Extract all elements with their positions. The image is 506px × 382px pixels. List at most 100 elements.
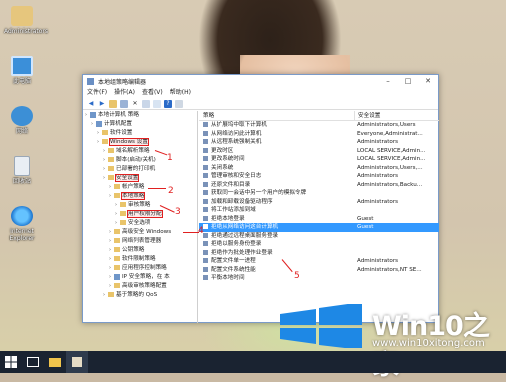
policy-row[interactable]: 配置文件系统性能 Administrators,NT SE... [199,266,439,275]
policy-row[interactable]: 配置文件单一进程 Administrators [199,257,439,266]
tree-item[interactable]: › 安全选项 [83,219,197,228]
policy-name: 关闭系统 [211,164,234,171]
view-icon[interactable] [175,99,183,108]
policy-row[interactable]: 加载和卸载设备驱动程序 Administrators [199,198,439,207]
column-header-security-setting[interactable]: 安全设置 [354,111,439,120]
up-folder-icon[interactable] [109,99,117,108]
list-header: 策略 安全设置 [199,111,439,121]
menu-help[interactable]: 帮助(H) [170,88,191,98]
policy-icon [203,139,208,144]
policy-name: 拒绝本地登录 [211,215,245,222]
menu-file[interactable]: 文件(F) [87,88,107,98]
tree-item[interactable]: › 软件设置 [83,129,197,138]
policy-setting [354,274,439,283]
folder-icon [114,283,120,288]
policy-row[interactable]: 从扩展坞中取下计算机 Administrators,Users [199,121,439,130]
gpedit-taskbar-button[interactable] [66,351,88,373]
policy-row[interactable]: 拒绝作为批处理作业登录 [199,249,439,258]
folder-icon [108,157,114,162]
tree-item[interactable]: › 脚本(启动/关机) [83,156,197,165]
policy-setting [354,240,439,249]
policy-icon [203,258,208,263]
desktop-icon-label: Internet Explorer [9,228,35,242]
policy-name: 还原文件和目录 [211,181,251,188]
policy-icon [203,266,208,272]
tree-item[interactable]: › 本地策略 [83,192,197,201]
policy-row[interactable]: 拒绝通过远程桌面服务登录 [199,232,439,241]
desktop-icon-user-folder[interactable]: Administrators [4,6,48,35]
policy-icon [203,156,208,161]
policy-row[interactable]: 拒绝从网络访问这台计算机 Guest [199,223,439,232]
policy-icon [203,130,208,136]
folder-icon [102,130,108,135]
desktop-icon-internet-explorer[interactable]: Internet Explorer [4,206,40,242]
policy-setting: Administrators [357,258,399,264]
help-icon[interactable]: ? [164,99,172,108]
policy-row[interactable]: 从网络访问此计算机 Everyone,Administrat... [199,130,439,139]
policy-name: 更改时区 [211,147,234,154]
tree-item[interactable]: › 安全设置 [83,174,197,183]
tree-item[interactable]: › 计算机配置 [83,120,197,129]
policy-name: 加载和卸载设备驱动程序 [211,198,273,205]
folder-icon [108,148,114,153]
desktop-icon-label: 此电脑 [12,78,31,85]
policy-row[interactable]: 获取同一会话中另一个用户的模拟令牌 [199,189,439,198]
tree-item-label: 软件设置 [110,130,133,136]
policy-row[interactable]: 更改系统时间 LOCAL SERVICE,Admin... [199,155,439,164]
title-bar[interactable]: 本地组策略编辑器 – □ ✕ [83,75,438,88]
brand-url: www.win10xitong.com [372,338,485,349]
forward-icon[interactable]: ▶ [98,100,106,108]
policy-name: 拒绝通过远程桌面服务登录 [211,232,279,239]
policy-row[interactable]: 关闭系统 Administrators,Users,... [199,164,439,173]
tree-item[interactable]: › 帐户策略 [83,183,197,192]
tree-item[interactable]: › IP 安全策略，在 本 [83,273,197,282]
tree-item[interactable]: › Windows 设置 [83,138,197,147]
export-list-icon[interactable] [153,99,161,108]
policy-setting: Everyone,Administrat... [357,130,423,137]
file-explorer-button[interactable] [44,351,66,373]
policy-row[interactable]: 将工作站添加到域 [199,206,439,215]
maximize-button[interactable]: □ [398,75,418,88]
column-header-policy[interactable]: 策略 [199,111,354,120]
tree-item[interactable]: › 本地计算机 策略 [83,111,197,120]
menu-view[interactable]: 查看(V) [142,88,163,98]
tree-item[interactable]: › 高级安全 Windows [83,228,197,237]
policy-list: 策略 安全设置 从扩展坞中取下计算机 Administrators,Users 从网… [199,111,439,323]
task-view-button[interactable] [22,351,44,373]
start-button[interactable] [0,351,22,373]
policy-setting: Guest [357,215,374,222]
policy-row[interactable]: 更改时区 LOCAL SERVICE,Admin... [199,147,439,156]
desktop-icon-this-pc[interactable]: 此电脑 [4,56,40,85]
policy-row[interactable]: 还原文件和目录 Administrators,Backu... [199,181,439,190]
desktop-icon-recycle-bin[interactable]: 回收站 [4,156,40,185]
tree-item[interactable]: › 域名解析策略 [83,147,197,156]
tree-item-label: 帐户策略 [122,184,145,190]
tree-item[interactable]: › 基于策略的 QoS [83,291,197,300]
tree-item[interactable]: › 网络列表管理器 [83,237,197,246]
annotation-3: 3 [175,207,181,217]
close-button[interactable]: ✕ [418,75,438,88]
tree-item[interactable]: › 应用程序控制策略 [83,264,197,273]
policy-setting: Administrators [357,139,399,145]
back-icon[interactable]: ◀ [87,100,95,108]
minimize-button[interactable]: – [378,75,398,88]
policy-row[interactable]: 拒绝以服务身份登录 [199,240,439,249]
policy-row[interactable]: 管理审核和安全日志 Administrators [199,172,439,181]
show-hide-tree-icon[interactable] [120,99,128,108]
policy-row[interactable]: 平衡本地时间 [199,274,439,283]
folder-icon [49,357,61,367]
tree-item[interactable]: › 公钥策略 [83,246,197,255]
policy-tree: › 本地计算机 策略 › 计算机配置 › 软件设置 › Windows 设置 › 域名解析策略 › 脚… [83,111,198,323]
policy-row[interactable]: 拒绝本地登录 Guest [199,215,439,224]
desktop-icon-network[interactable]: 网络 [4,106,40,135]
annotation-1: 1 [167,153,173,163]
properties-icon[interactable] [142,99,150,108]
policy-row[interactable]: 从远程系统强制关机 Administrators [199,138,439,147]
tree-item[interactable]: › 已部署的打印机 [83,165,197,174]
menu-action[interactable]: 操作(A) [114,88,135,98]
tree-item[interactable]: › 软件限制策略 [83,255,197,264]
tree-item-label: 审核策略 [128,202,151,208]
policy-node-icon [114,273,120,280]
tree-item[interactable]: › 高级审核策略配置 [83,282,197,291]
delete-icon[interactable]: ✕ [131,100,139,108]
